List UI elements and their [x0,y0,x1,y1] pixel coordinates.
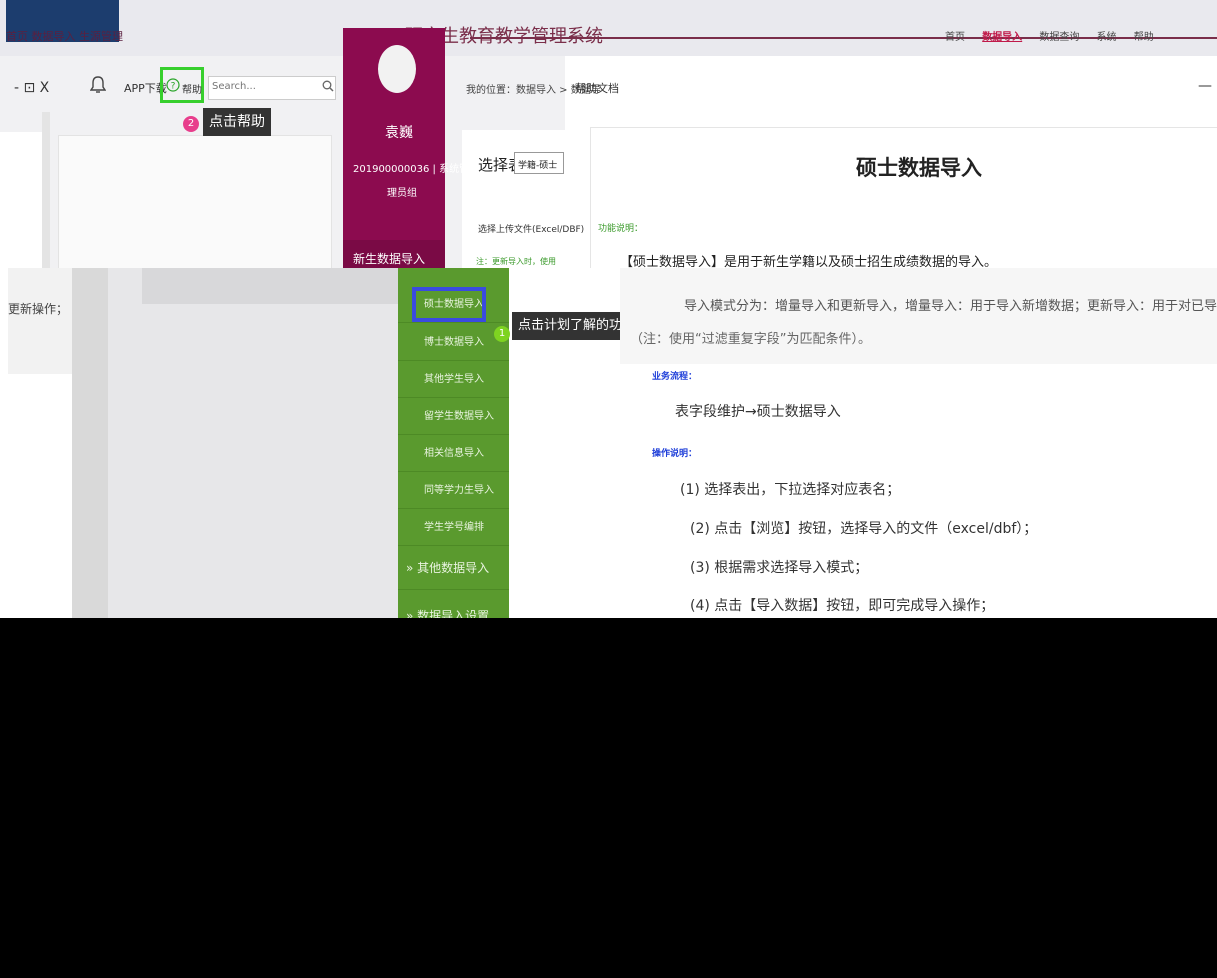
submenu-item-other-student-import[interactable]: 其他学生导入 [398,361,509,398]
top-nav: 首页 数据导入 数据查询 系统 帮助 [945,28,1168,43]
help-circle-icon[interactable]: ? [166,78,180,92]
import-form [462,130,565,268]
operation-step-4: (4) 点击【导入数据】按钮，即可完成导入操作； [690,598,995,614]
help-window-title: 帮助文档 [575,82,619,95]
submenu-item-related-info-import[interactable]: 相关信息导入 [398,435,509,472]
content-area [108,268,398,618]
upper-screenshot-band: 首页 数据导入 生源管理 研究生教育教学管理系统 首页 数据导入 数据查询 系统… [0,0,1217,268]
nav-item-data-import[interactable]: 数据导入 [982,32,1022,43]
operation-step-3: (3) 根据需求选择导入模式； [690,560,869,576]
divider-strip [72,268,108,618]
lower-screenshot-band: 更新操作； 硕士数据导入 博士数据导入 其他学生导入 留学生数据导入 相关信息导… [0,268,1217,618]
left-tabs[interactable]: 首页 数据导入 生源管理 [6,28,123,44]
user-name: 袁巍 [385,125,413,141]
function-label: 功能说明： [598,224,644,234]
scrollbar[interactable] [42,112,50,268]
submenu-item-label: 数据导入设置 [417,609,490,618]
upload-file-label: 选择上传文件(Excel/DBF) [478,225,585,235]
help-document-faded-area [620,268,1217,364]
business-flow-label: 业务流程： [652,372,698,382]
import-mode-note: （注：使用“过滤重复字段”为匹配条件）。 [630,332,871,347]
callout-badge-1: 1 [494,326,510,342]
minimize-button[interactable]: — [1198,78,1212,94]
left-panel-edge [8,374,72,618]
content-box [142,268,398,304]
left-panel [8,268,72,374]
callout-tooltip-click-help: 点击帮助 [203,108,271,136]
user-group: 理员组 [387,188,417,199]
operation-step-2: (2) 点击【浏览】按钮，选择导入的文件（excel/dbf）； [690,521,1038,537]
user-id-role: 201900000036 | 系统管 [353,164,470,175]
nav-item-data-query[interactable]: 数据查询 [1039,32,1079,43]
submenu-item-doctor-import[interactable]: 博士数据导入 [398,324,509,361]
business-flow-text: 表字段维护→硕士数据导入 [675,404,841,420]
function-description: 【硕士数据导入】是用于新生学籍以及硕士招生成绩数据的导入。 [620,255,998,268]
nav-item-home[interactable]: 首页 [945,32,965,43]
operations-label: 操作说明： [652,449,698,459]
sidebar-item-label: 新生数据导入 [353,252,426,266]
help-button-label[interactable]: 帮助 [182,81,202,96]
submenu-item-label: 其他数据导入 [417,561,490,575]
content-card [58,135,332,268]
more-operation-text: 更新操作； [8,302,69,316]
nav-item-help[interactable]: 帮助 [1134,32,1154,43]
table-select-value: 学籍-硕士 [518,161,558,171]
submenu-item-equivalent-import[interactable]: 同等学力生导入 [398,472,509,509]
bell-icon[interactable] [90,76,106,94]
submenu-item-student-number[interactable]: 学生学号编排 [398,509,509,546]
help-document-page [590,127,1217,268]
import-mode-description: 导入模式分为：增量导入和更新导入，增量导入：用于导入新增数据；更新导入：用于对已… [684,299,1217,314]
search-icon[interactable] [322,80,334,92]
svg-text:?: ? [171,82,176,92]
avatar[interactable] [378,45,416,93]
operation-step-1: (1) 选择表出，下拉选择对应表名； [680,482,901,498]
window-controls[interactable]: - ⊡ X [14,80,49,96]
nav-item-system[interactable]: 系统 [1097,32,1117,43]
submenu-item-other-data-import[interactable]: » 其他数据导入 [398,546,509,590]
import-note: 注：更新导入时，使用 [476,257,556,266]
selected-item-highlight[interactable] [412,287,486,322]
document-title: 硕士数据导入 [856,156,982,180]
callout-badge-2: 2 [183,116,199,132]
search-input[interactable] [212,81,312,92]
submenu-item-international-import[interactable]: 留学生数据导入 [398,398,509,435]
submenu-item-import-settings[interactable]: » 数据导入设置 [398,598,509,618]
